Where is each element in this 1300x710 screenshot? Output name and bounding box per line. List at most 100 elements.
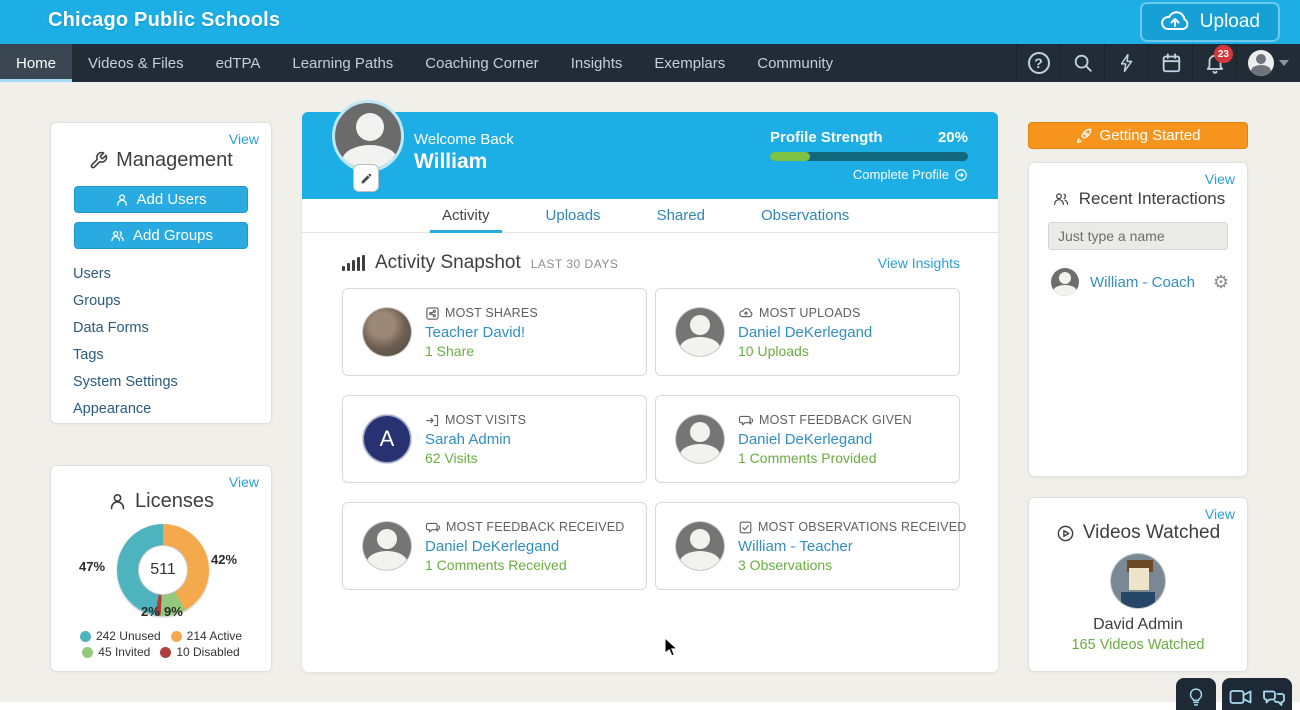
user-link[interactable]: William - Teacher (738, 538, 945, 555)
licenses-view-link[interactable]: View (229, 474, 259, 490)
most-feedback-received-card: MOST FEEDBACK RECEIVED Daniel DeKerlegan… (342, 502, 647, 590)
complete-profile-link[interactable]: Complete Profile (770, 167, 968, 182)
comments-icon (425, 520, 441, 535)
arrow-right-circle-icon (954, 168, 968, 182)
login-icon (425, 413, 440, 428)
avatar[interactable] (1111, 554, 1165, 608)
nav-item-insights[interactable]: Insights (555, 44, 639, 82)
avatar[interactable] (676, 308, 724, 356)
user-link[interactable]: Teacher David! (425, 324, 538, 341)
user-link[interactable]: Daniel DeKerlegand (738, 431, 912, 448)
most-feedback-given-card: MOST FEEDBACK GIVEN Daniel DeKerlegand 1… (655, 395, 960, 483)
licenses-legend: 242 Unused 214 Active 45 Invited 10 Disa… (51, 629, 271, 659)
recent-interactions-card: View Recent Interactions William - Coach… (1028, 162, 1248, 477)
profile-strength-label: Profile Strength (770, 129, 883, 146)
media-chat-button[interactable] (1222, 678, 1292, 710)
licenses-donut-chart[interactable]: 511 (117, 524, 209, 616)
chat-bubbles-icon (1262, 687, 1286, 707)
user-link[interactable]: Daniel DeKerlegand (738, 324, 872, 341)
recent-interactions-view-link[interactable]: View (1205, 171, 1235, 187)
share-icon (425, 306, 440, 321)
mouse-cursor (664, 637, 679, 658)
recent-interactions-title: Recent Interactions (1029, 189, 1247, 209)
legend-item-invited: 45 Invited (82, 645, 150, 659)
management-title: Management (51, 149, 271, 172)
management-link-data-forms[interactable]: Data Forms (73, 315, 271, 342)
stat-value: 1 Comments Provided (738, 450, 912, 466)
upload-label: Upload (1200, 11, 1260, 33)
nav-icon-bar: ? 23 (1016, 44, 1300, 82)
notifications-button[interactable]: 23 (1192, 44, 1236, 82)
licenses-card: View Licenses 511 47% 42% 2% 9% 242 Unus… (50, 465, 272, 672)
user-link[interactable]: Sarah Admin (425, 431, 526, 448)
view-insights-link[interactable]: View Insights (878, 255, 960, 271)
calendar-button[interactable] (1148, 44, 1192, 82)
interaction-list-item: William - Coach ⚙ (1051, 268, 1229, 296)
avatar[interactable] (676, 415, 724, 463)
tab-activity[interactable]: Activity (430, 199, 502, 232)
name-search-input[interactable] (1048, 222, 1228, 250)
app-root: Chicago Public Schools Upload Home Video… (0, 0, 1300, 710)
videos-watched-title: Videos Watched (1029, 522, 1247, 544)
stat-value: 1 Comments Received (425, 557, 625, 573)
user-plus-icon (115, 193, 129, 207)
management-link-system-settings[interactable]: System Settings (73, 369, 271, 396)
nav-item-learning-paths[interactable]: Learning Paths (276, 44, 409, 82)
avatar[interactable] (676, 522, 724, 570)
tab-uploads[interactable]: Uploads (534, 199, 613, 232)
help-icon: ? (1028, 52, 1050, 74)
avatar[interactable]: A (363, 415, 411, 463)
nav-item-coaching-corner[interactable]: Coaching Corner (409, 44, 554, 82)
lightning-icon (1117, 52, 1137, 74)
tips-button[interactable] (1176, 678, 1216, 710)
pct-label-active: 42% (211, 552, 237, 567)
avatar[interactable] (363, 308, 411, 356)
tab-observations[interactable]: Observations (749, 199, 861, 232)
most-observations-received-card: MOST OBSERVATIONS RECEIVED William - Tea… (655, 502, 960, 590)
stat-value: 3 Observations (738, 557, 945, 573)
wrench-icon (89, 151, 108, 170)
management-link-tags[interactable]: Tags (73, 342, 271, 369)
management-link-users[interactable]: Users (73, 261, 271, 288)
edit-avatar-button[interactable] (353, 164, 379, 192)
profile-avatar[interactable] (332, 100, 404, 172)
avatar[interactable] (363, 522, 411, 570)
main-column: Welcome Back William Profile Strength 20… (302, 112, 998, 672)
interaction-user-link[interactable]: William - Coach (1090, 274, 1195, 291)
notification-badge: 23 (1214, 45, 1233, 63)
nav-item-videos-files[interactable]: Videos & Files (72, 44, 200, 82)
comment-icon (738, 413, 754, 428)
management-view-link[interactable]: View (229, 131, 259, 147)
upload-button[interactable]: Upload (1140, 2, 1280, 42)
nav-item-edtpa[interactable]: edTPA (200, 44, 277, 82)
nav-item-home[interactable]: Home (0, 44, 72, 82)
management-link-appearance[interactable]: Appearance (73, 396, 271, 423)
greeting-text: Welcome Back (414, 131, 514, 148)
legend-dot-active (171, 631, 182, 642)
search-button[interactable] (1060, 44, 1104, 82)
profile-strength-fill (770, 152, 810, 161)
nav-item-exemplars[interactable]: Exemplars (638, 44, 741, 82)
video-camera-icon (1229, 687, 1253, 707)
quick-actions-button[interactable] (1104, 44, 1148, 82)
search-icon (1072, 52, 1094, 74)
nav-item-community[interactable]: Community (741, 44, 849, 82)
cloud-upload-icon (1160, 10, 1190, 34)
help-button[interactable]: ? (1016, 44, 1060, 82)
snapshot-period: LAST 30 DAYS (531, 257, 619, 271)
gear-icon[interactable]: ⚙ (1213, 273, 1229, 291)
legend-dot-disabled (160, 647, 171, 658)
stat-value: 10 Uploads (738, 343, 872, 359)
top-header: Chicago Public Schools Upload (0, 0, 1300, 44)
add-users-button[interactable]: Add Users (74, 186, 248, 213)
add-groups-button[interactable]: Add Groups (74, 222, 248, 249)
getting-started-button[interactable]: Getting Started (1028, 122, 1248, 149)
videos-watched-view-link[interactable]: View (1205, 506, 1235, 522)
legend-dot-invited (82, 647, 93, 658)
rocket-icon (1076, 128, 1092, 144)
management-link-groups[interactable]: Groups (73, 288, 271, 315)
avatar (1051, 268, 1079, 296)
user-link[interactable]: Daniel DeKerlegand (425, 538, 625, 555)
profile-menu-button[interactable] (1236, 44, 1300, 82)
tab-shared[interactable]: Shared (645, 199, 717, 232)
